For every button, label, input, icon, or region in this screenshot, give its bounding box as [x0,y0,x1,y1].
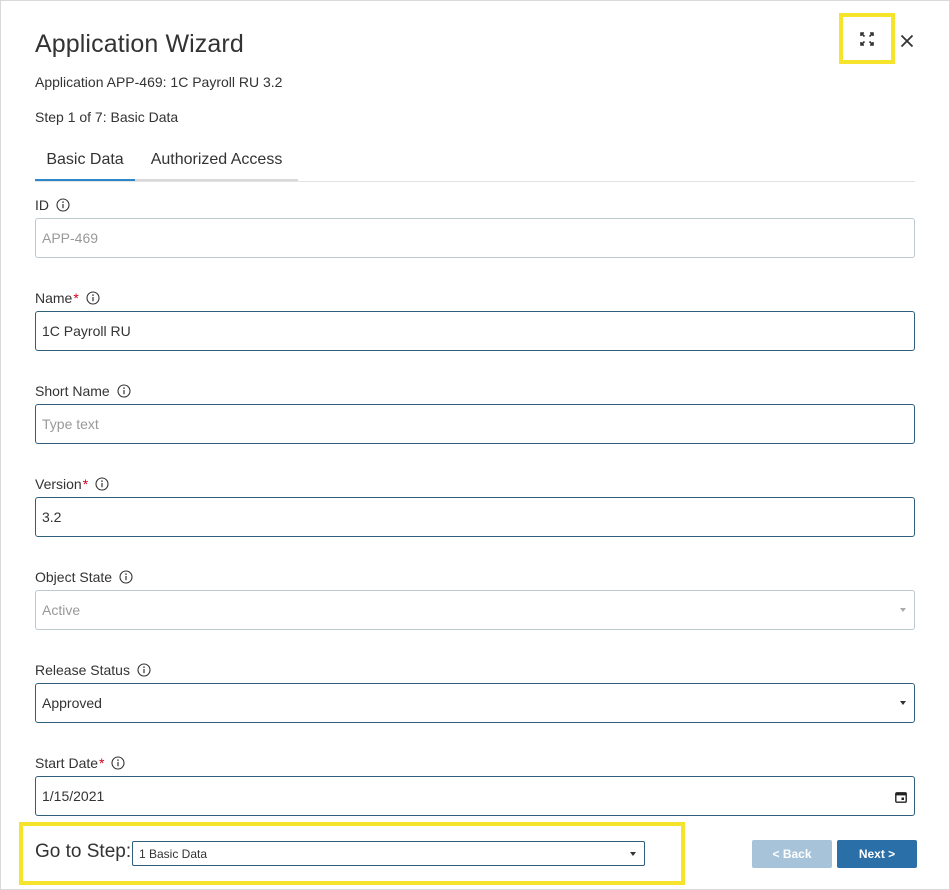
object-state-label: Object State [35,569,133,585]
dialog-subtitle: Application APP-469: 1C Payroll RU 3.2 [35,74,283,90]
id-label-text: ID [35,197,49,213]
close-button[interactable] [897,31,917,51]
object-state-label-text: Object State [35,569,113,585]
required-marker: * [73,290,79,306]
name-label: Name * [35,290,100,306]
application-wizard-dialog: Application Wizard Application APP-469: … [0,0,950,890]
release-status-label-text: Release Status [35,662,130,678]
info-icon[interactable] [86,291,100,305]
tab-basic-data[interactable]: Basic Data [35,141,135,181]
release-status-label: Release Status [35,662,151,678]
info-icon[interactable] [137,663,151,677]
dialog-title: Application Wizard [35,30,244,58]
name-input[interactable]: 1C Payroll RU [35,311,915,351]
start-date-value: 1/15/2021 [42,788,105,804]
info-icon[interactable] [95,477,109,491]
start-date-label: Start Date * [35,755,126,771]
next-button[interactable]: Next > [837,840,917,868]
go-to-step-value: 1 Basic Data [139,846,208,861]
version-label-text: Version [35,476,82,492]
close-icon [900,34,914,48]
step-indicator: Step 1 of 7: Basic Data [35,109,179,125]
release-status-value: Approved [42,695,102,711]
info-icon[interactable] [117,384,131,398]
name-label-text: Name [35,290,73,306]
object-state-select[interactable]: Active [35,590,915,630]
info-icon[interactable] [119,570,133,584]
version-label: Version * [35,476,109,492]
id-label: ID [35,197,70,213]
info-icon[interactable] [56,198,70,212]
expand-icon [860,31,874,46]
info-icon[interactable] [111,756,126,770]
start-date-input[interactable]: 1/15/2021 [35,776,915,816]
required-marker: * [82,476,89,492]
id-field[interactable]: APP-469 [35,218,915,258]
chevron-down-icon [900,701,906,705]
go-to-step-select[interactable]: 1 Basic Data [132,841,645,866]
release-status-select[interactable]: Approved [35,683,915,723]
short-name-input[interactable]: Type text [35,404,915,444]
wizard-tabs: Basic Data Authorized Access [35,141,915,182]
short-name-label-text: Short Name [35,383,110,399]
go-to-step-label: Go to Step: [35,841,132,862]
object-state-value: Active [42,602,81,618]
chevron-down-icon [630,851,636,856]
short-name-label: Short Name [35,383,131,399]
calendar-icon[interactable] [895,790,907,803]
back-button[interactable]: < Back [752,840,832,868]
start-date-label-text: Start Date [35,755,99,771]
required-marker: * [99,755,105,771]
version-input[interactable]: 3.2 [35,497,915,537]
expand-button[interactable] [839,13,895,64]
chevron-down-icon [900,608,906,612]
tab-authorized-access[interactable]: Authorized Access [135,141,298,181]
